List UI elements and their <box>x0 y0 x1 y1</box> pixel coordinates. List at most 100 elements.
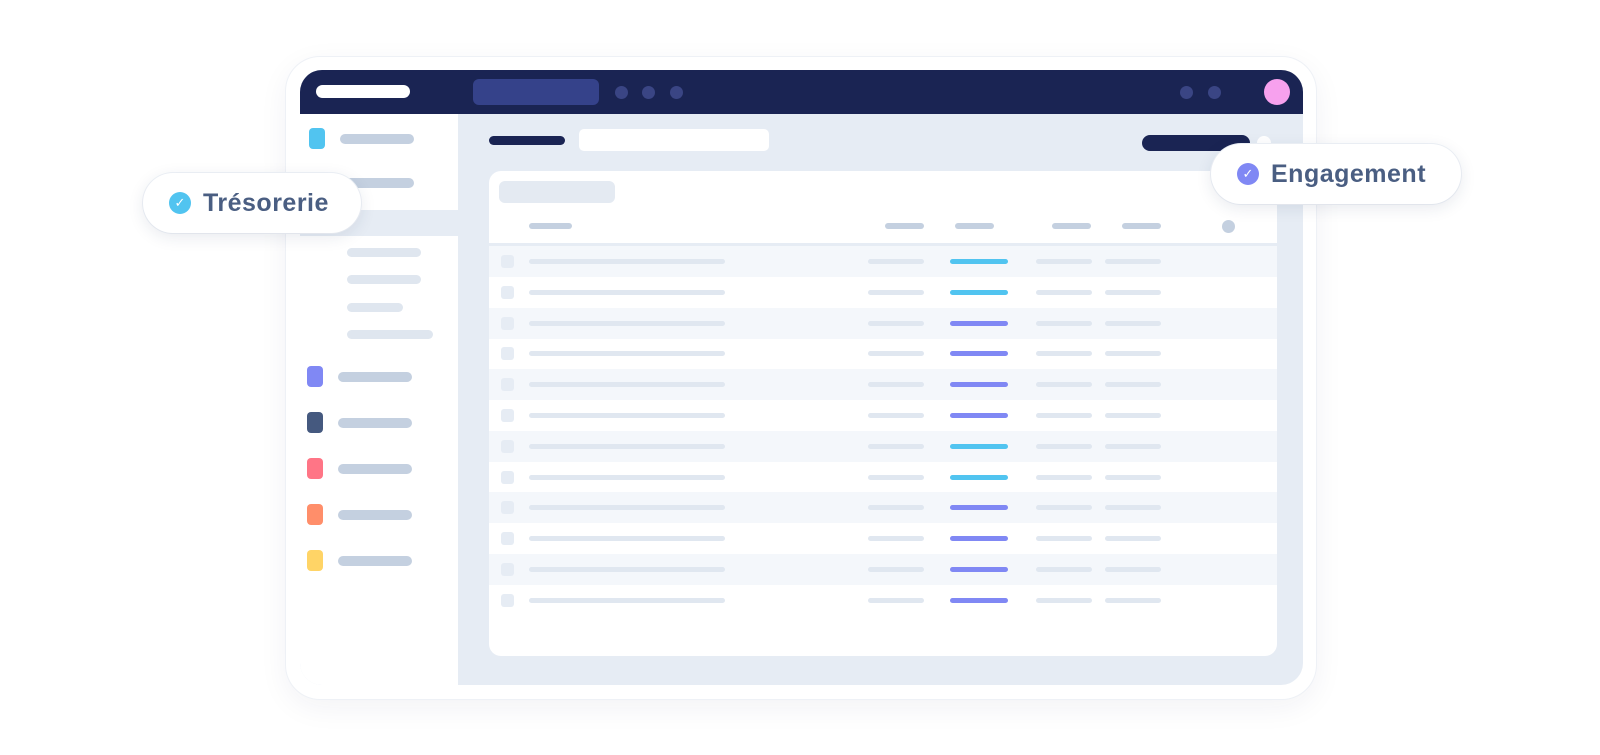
table-cell-1 <box>529 382 725 388</box>
table-cell-1 <box>529 289 725 295</box>
table-row[interactable] <box>489 277 1277 308</box>
table-cell-1 <box>529 597 725 603</box>
table-row[interactable] <box>489 338 1277 369</box>
sidebar-item-7[interactable] <box>300 550 458 578</box>
sidebar-item-4-icon <box>307 412 323 433</box>
table-cell-2 <box>868 505 924 511</box>
table-cell-2 <box>868 259 924 264</box>
settings-icon[interactable] <box>1208 86 1221 99</box>
nav-dot-3[interactable] <box>670 86 683 99</box>
table-cell-3 <box>1036 413 1092 418</box>
table-cell-2 <box>868 413 924 418</box>
table-cell-1 <box>529 413 725 418</box>
sidebar-item-6-label <box>338 510 412 520</box>
sidebar-subitem-4[interactable] <box>347 330 433 339</box>
nav-dot-1[interactable] <box>615 86 628 99</box>
sidebar-item-3-label <box>338 372 412 382</box>
table-cell-4 <box>1105 474 1161 480</box>
avatar[interactable] <box>1264 79 1290 105</box>
row-checkbox[interactable] <box>501 501 514 515</box>
table-cell-1 <box>529 505 725 511</box>
row-checkbox[interactable] <box>501 255 514 268</box>
notification-icon[interactable] <box>1180 86 1193 99</box>
table-cell-1 <box>529 536 725 542</box>
row-checkbox[interactable] <box>501 470 514 484</box>
status-tag-purple <box>950 351 1008 357</box>
table-cell-3 <box>1036 474 1092 480</box>
table-cell-2 <box>868 474 924 480</box>
table-cell-4 <box>1105 536 1161 542</box>
status-tag-cyan <box>950 289 1008 295</box>
row-checkbox[interactable] <box>501 593 514 607</box>
table-cell-4 <box>1105 382 1161 388</box>
sidebar-item-6[interactable] <box>300 504 458 532</box>
table-cell-4 <box>1105 351 1161 357</box>
row-checkbox[interactable] <box>501 378 514 392</box>
table-row[interactable] <box>489 492 1277 524</box>
sidebar-item-5-label <box>338 464 412 474</box>
sidebar-subitem-2[interactable] <box>347 275 421 284</box>
search-input[interactable] <box>473 79 599 105</box>
column-header-5[interactable] <box>1122 223 1161 229</box>
table-cell-3 <box>1036 259 1092 264</box>
tresorerie-label: Trésorerie <box>203 188 329 217</box>
tresorerie-badge: ✓ Trésorerie <box>143 173 361 233</box>
table-row[interactable] <box>489 307 1277 339</box>
column-header-name[interactable] <box>529 223 572 229</box>
table-cell-1 <box>529 259 725 264</box>
table-cell-1 <box>529 567 725 572</box>
status-tag-purple <box>950 382 1008 388</box>
app-logo[interactable] <box>316 85 410 98</box>
table-cell-4 <box>1105 320 1161 326</box>
table-cell-3 <box>1036 597 1092 603</box>
column-settings-icon[interactable] <box>1222 220 1235 233</box>
table-cell-2 <box>868 289 924 295</box>
column-header-2[interactable] <box>885 223 924 229</box>
column-header-4[interactable] <box>1052 223 1091 229</box>
table-row[interactable] <box>489 400 1277 431</box>
status-tag-cyan <box>950 474 1008 480</box>
table-row[interactable] <box>489 246 1277 277</box>
status-tag-cyan <box>950 443 1008 449</box>
row-checkbox[interactable] <box>501 439 514 453</box>
row-checkbox[interactable] <box>501 409 514 422</box>
table-cell-3 <box>1036 382 1092 388</box>
table-cell-1 <box>529 320 725 326</box>
table-cell-2 <box>868 567 924 572</box>
filter-input[interactable] <box>579 129 769 151</box>
sidebar-subitem-1[interactable] <box>347 248 421 257</box>
column-header-3[interactable] <box>955 223 994 229</box>
row-checkbox[interactable] <box>501 563 514 576</box>
table-row[interactable] <box>489 523 1277 554</box>
table-row[interactable] <box>489 369 1277 401</box>
table-cell-1 <box>529 474 725 480</box>
app-window <box>300 70 1303 685</box>
table-row[interactable] <box>489 554 1277 585</box>
table-row[interactable] <box>489 585 1277 616</box>
table-cell-4 <box>1105 567 1161 572</box>
table-row[interactable] <box>489 430 1277 462</box>
table-cell-4 <box>1105 505 1161 511</box>
row-checkbox[interactable] <box>501 532 514 546</box>
status-tag-purple <box>950 320 1008 326</box>
table-cell-2 <box>868 320 924 326</box>
table-cell-4 <box>1105 289 1161 295</box>
sidebar-item-4[interactable] <box>300 412 458 440</box>
sidebar-item-3-icon <box>307 366 323 387</box>
sidebar-item-1[interactable] <box>300 128 458 156</box>
row-checkbox[interactable] <box>501 285 514 299</box>
sidebar-item-7-icon <box>307 550 323 571</box>
table-cell-3 <box>1036 536 1092 542</box>
table-row[interactable] <box>489 462 1277 493</box>
sidebar-item-5[interactable] <box>300 458 458 486</box>
table-filter-chip[interactable] <box>499 181 615 203</box>
sidebar-item-3[interactable] <box>300 366 458 394</box>
status-tag-purple <box>950 597 1008 603</box>
nav-dot-2[interactable] <box>642 86 655 99</box>
table-cell-3 <box>1036 320 1092 326</box>
row-checkbox[interactable] <box>501 316 514 330</box>
sidebar-subitem-3[interactable] <box>347 303 403 312</box>
engagement-badge: ✓ Engagement <box>1211 144 1461 204</box>
row-checkbox[interactable] <box>501 347 514 361</box>
engagement-label: Engagement <box>1271 159 1427 188</box>
